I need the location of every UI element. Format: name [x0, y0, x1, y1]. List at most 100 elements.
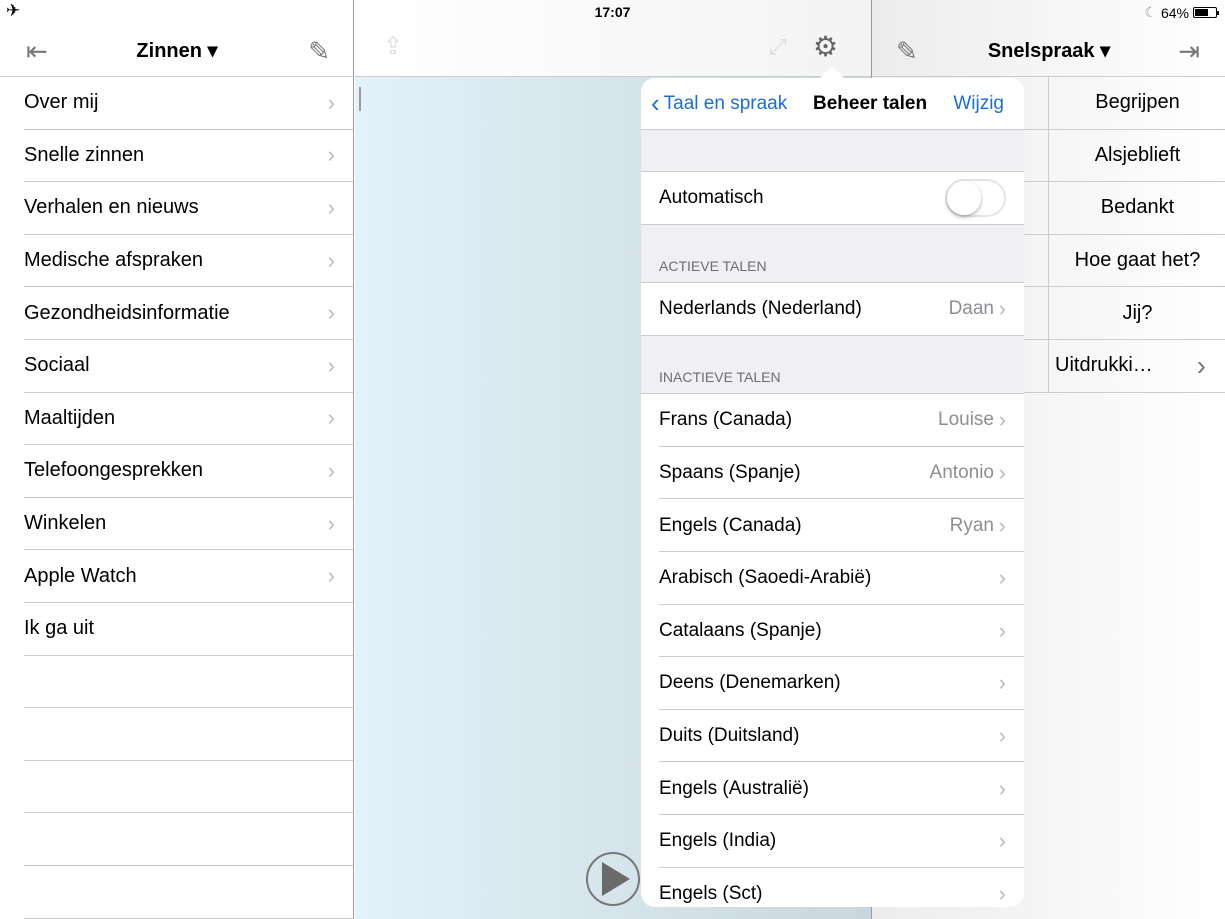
quick-phrase-label: Bedankt	[1100, 196, 1175, 219]
pencil-icon[interactable]: ✎	[896, 36, 918, 67]
play-icon	[602, 862, 630, 896]
quick-phrase-button[interactable]: Bedankt	[1049, 182, 1225, 234]
phrase-category-row[interactable]: Medische afspraken ›	[24, 235, 353, 288]
phrase-category-row[interactable]: Snelle zinnen ›	[24, 130, 353, 183]
phrase-category-label: Snelle zinnen	[24, 143, 145, 166]
chevron-right-icon: ›	[998, 460, 1006, 486]
language-row[interactable]: Engels (Canada) Ryan ›	[641, 499, 1024, 552]
language-row[interactable]: Frans (Canada) Louise ›	[641, 394, 1024, 447]
voice-name: Antonio	[929, 462, 994, 484]
clock: 17:07	[594, 4, 631, 20]
phrase-category-row[interactable]: Telefoongesprekken ›	[24, 445, 353, 498]
phrase-category-row[interactable]: Verhalen en nieuws ›	[24, 182, 353, 235]
language-name: Engels (India)	[659, 830, 777, 852]
chevron-right-icon: ›	[327, 510, 335, 536]
edit-button[interactable]: Wijzig	[953, 93, 1004, 115]
phrase-category-row	[24, 813, 353, 866]
chevron-right-icon: ›	[327, 247, 335, 273]
quick-phrase-label: Uitdrukki…	[1055, 354, 1153, 377]
quick-speech-dropdown[interactable]: Snelspraak ▾	[988, 38, 1110, 63]
language-name: Engels (Sct)	[659, 882, 763, 904]
phrases-list: Over mij › Snelle zinnen › Verhalen en nieuw…	[0, 77, 353, 919]
phrase-category-row[interactable]: Apple Watch ›	[24, 550, 353, 603]
phrase-category-label: Apple Watch	[24, 564, 137, 587]
chevron-right-icon: ›	[998, 828, 1006, 854]
phrase-category-label: Ik ga uit	[24, 617, 95, 640]
inactive-languages-header: INACTIEVE TALEN	[641, 336, 1024, 395]
chevron-right-icon: ›	[327, 352, 335, 378]
phrase-category-row[interactable]: Gezondheidsinformatie ›	[24, 287, 353, 340]
phrase-category-label: Medische afspraken	[24, 249, 203, 272]
quick-phrase-button[interactable]: Begrijpen	[1049, 77, 1225, 129]
chevron-right-icon: ›	[327, 563, 335, 589]
phrase-category-label: Gezondheidsinformatie	[24, 301, 230, 324]
language-name: Deens (Denemarken)	[659, 672, 841, 694]
chevron-right-icon: ›	[998, 512, 1006, 538]
phrases-pane: ⇤ Zinnen ▾ ✎ Over mij › Snelle zinnen › Verh…	[0, 0, 354, 919]
language-row[interactable]: Deens (Denemarken) ›	[641, 657, 1024, 710]
manage-languages-popover: ‹ Taal en spraak Beheer talen Wijzig Auto…	[641, 78, 1024, 907]
phrase-category-row[interactable]: Sociaal ›	[24, 340, 353, 393]
quick-phrase-button[interactable]: Hoe gaat het?	[1049, 235, 1225, 287]
chevron-left-icon: ‹	[651, 88, 660, 118]
language-row[interactable]: Engels (India) ›	[641, 814, 1024, 868]
language-name: Duits (Duitsland)	[659, 725, 800, 747]
chevron-right-icon: ›	[327, 405, 335, 431]
phrase-category-row[interactable]: Ik ga uit	[24, 603, 353, 656]
language-name: Engels (Canada)	[659, 514, 802, 536]
chevron-right-icon: ›	[998, 723, 1006, 749]
chevron-right-icon: ›	[327, 89, 335, 115]
active-languages-header: ACTIEVE TALEN	[641, 225, 1024, 283]
phrase-category-row	[24, 656, 353, 709]
quick-phrase-button[interactable]: Jij?	[1049, 287, 1225, 339]
pencil-icon[interactable]: ✎	[308, 36, 330, 67]
chevron-right-icon: ›	[327, 142, 335, 168]
collapse-right-icon[interactable]: ⇥	[1178, 36, 1200, 67]
share-icon[interactable]: ⇪	[383, 32, 403, 61]
language-row[interactable]: Spaans (Spanje) Antonio ›	[641, 446, 1024, 500]
gear-icon[interactable]: ⚙	[813, 30, 838, 63]
phrase-category-label: Sociaal	[24, 354, 90, 377]
language-row[interactable]: Engels (Australië) ›	[641, 762, 1024, 815]
back-button[interactable]: ‹ Taal en spraak	[651, 88, 787, 119]
moon-icon: ☾	[1144, 4, 1157, 20]
automatic-toggle[interactable]	[945, 178, 1006, 217]
language-row[interactable]: Arabisch (Saoedi-Arabië) ›	[641, 551, 1024, 605]
language-row[interactable]: Catalaans (Spanje) ›	[641, 604, 1024, 658]
phrase-category-row	[24, 708, 353, 761]
quick-phrase-label: Alsjeblieft	[1094, 143, 1181, 166]
phrase-category-label: Over mij	[24, 91, 99, 114]
battery-percent: 64%	[1160, 4, 1189, 21]
chevron-right-icon: ›	[998, 565, 1006, 591]
automatic-label: Automatisch	[659, 186, 764, 208]
chevron-right-icon: ›	[998, 295, 1006, 321]
back-label: Taal en spraak	[663, 92, 788, 114]
phrase-category-row[interactable]: Over mij ›	[24, 77, 353, 130]
phrase-category-row[interactable]: Winkelen ›	[24, 498, 353, 551]
language-name: Arabisch (Saoedi-Arabië)	[659, 567, 872, 589]
language-name: Frans (Canada)	[659, 409, 793, 431]
voice-name: Ryan	[949, 514, 994, 536]
language-name: Nederlands (Nederland)	[659, 297, 862, 319]
left-navbar: ⇤ Zinnen ▾ ✎	[0, 24, 354, 77]
chevron-right-icon: ›	[327, 194, 335, 220]
phrase-category-row[interactable]: Maaltijden ›	[24, 393, 353, 446]
language-row[interactable]: Duits (Duitsland) ›	[641, 709, 1024, 763]
language-row[interactable]: Engels (Sct) ›	[641, 867, 1024, 907]
quick-phrase-button[interactable]: Alsjeblieft	[1049, 130, 1225, 182]
chevron-right-icon: ›	[998, 617, 1006, 643]
language-row[interactable]: Nederlands (Nederland) Daan ›	[641, 282, 1024, 336]
phrase-category-row	[24, 761, 353, 814]
automatic-row: Automatisch	[641, 172, 1024, 225]
play-button[interactable]	[586, 852, 640, 906]
phrase-category-label: Telefoongesprekken	[24, 459, 204, 482]
chevron-right-icon: ›	[998, 775, 1006, 801]
fullscreen-icon[interactable]: ⤢	[769, 34, 787, 60]
chevron-right-icon: ›	[998, 880, 1006, 906]
phrase-category-label: Verhalen en nieuws	[24, 196, 199, 219]
chevron-right-icon: ›	[998, 407, 1006, 433]
popover-header: ‹ Taal en spraak Beheer talen Wijzig	[641, 78, 1024, 130]
collapse-left-icon[interactable]: ⇤	[26, 36, 48, 67]
phrases-category-dropdown[interactable]: Zinnen ▾	[136, 38, 217, 63]
quick-phrase-button[interactable]: Uitdrukki… ›	[1049, 340, 1225, 392]
